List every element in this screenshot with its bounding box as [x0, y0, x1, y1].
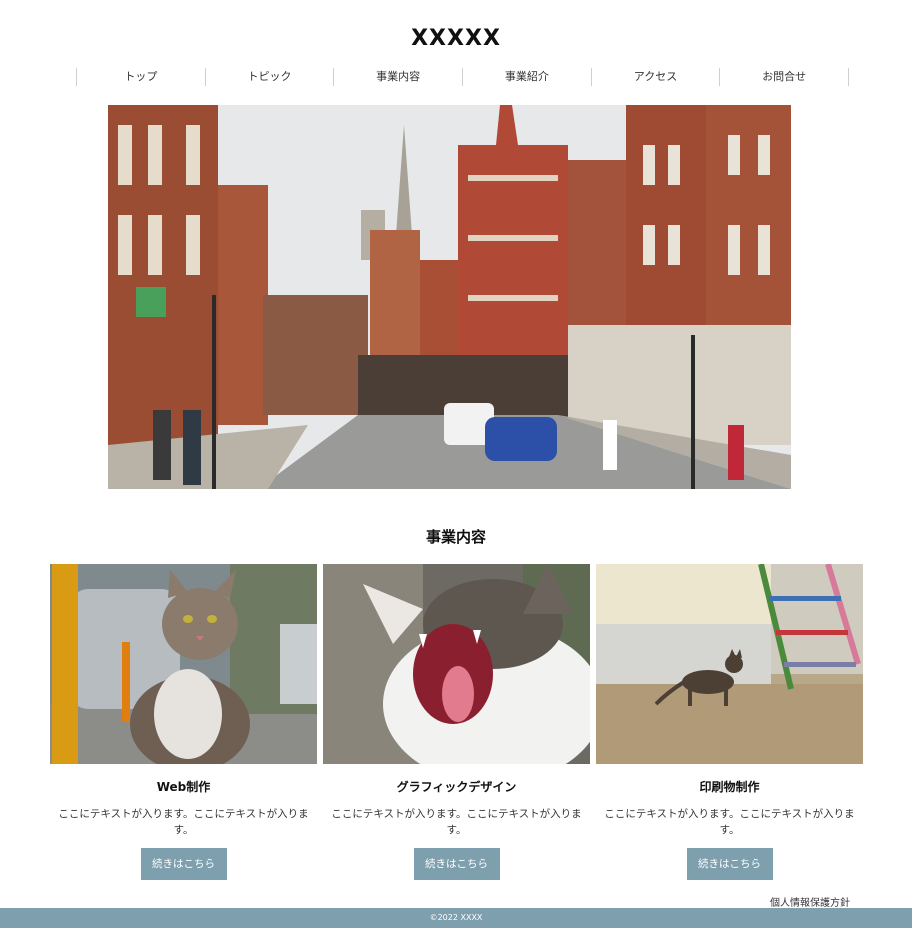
nav-item-contact[interactable]: お問合せ [719, 68, 850, 86]
card-text: ここにテキストが入ります。ここにテキストが入ります。 [58, 808, 309, 836]
cat-photo-walking [596, 564, 863, 764]
nav-item-top[interactable]: トップ [76, 68, 205, 86]
footer: ©2022 XXXX [0, 908, 912, 928]
global-nav: トップ トピック 事業内容 事業紹介 アクセス お問合せ [76, 68, 850, 86]
nav-item-business[interactable]: 事業内容 [333, 68, 462, 86]
service-card-print: 印刷物制作 ここにテキストが入ります。ここにテキストが入ります。 続きはこちら [596, 564, 863, 880]
site-title: XXXXX [411, 26, 501, 51]
nav-item-introduction[interactable]: 事業紹介 [462, 68, 591, 86]
read-more-button-graphic[interactable]: 続きはこちら [413, 848, 500, 880]
card-title: 印刷物制作 [699, 780, 760, 794]
read-more-button-print[interactable]: 続きはこちら [686, 848, 773, 880]
section-title-services: 事業内容 [425, 528, 486, 546]
card-title: グラフィックデザイン [396, 780, 517, 794]
cat-photo-yawning [323, 564, 590, 764]
service-card-web: Web制作 ここにテキストが入ります。ここにテキストが入ります。 続きはこちら [50, 564, 317, 880]
cat-photo-sitting [50, 564, 317, 764]
service-card-graphic: グラフィックデザイン ここにテキストが入ります。ここにテキストが入ります。 続き… [323, 564, 590, 880]
nav-item-topic[interactable]: トピック [204, 68, 334, 86]
card-text: ここにテキストが入ります。ここにテキストが入ります。 [331, 808, 582, 836]
hero-image [108, 105, 791, 489]
card-title: Web制作 [156, 780, 211, 794]
read-more-button-web[interactable]: 続きはこちら [140, 848, 227, 880]
nav-item-access[interactable]: アクセス [590, 68, 720, 86]
card-text: ここにテキストが入ります。ここにテキストが入ります。 [604, 808, 855, 836]
privacy-policy-link[interactable]: 個人情報保護方針 [770, 894, 850, 909]
copyright-text: ©2022 XXXX [429, 913, 483, 922]
